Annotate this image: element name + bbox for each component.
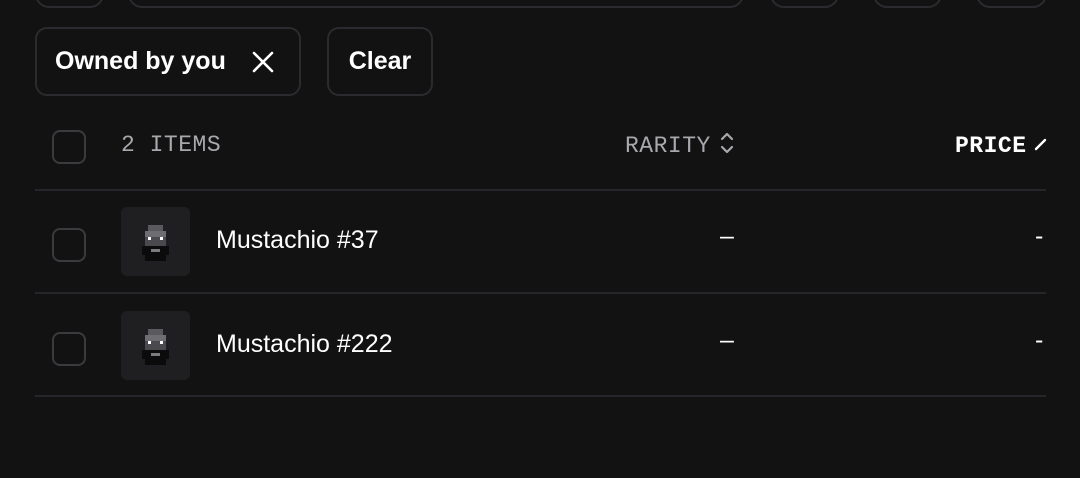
sort-updown-icon <box>719 130 735 163</box>
price-value: - <box>1035 326 1044 354</box>
rarity-column-header[interactable]: RARITY <box>625 131 735 161</box>
row-checkbox[interactable] <box>52 332 86 366</box>
select-all-checkbox[interactable] <box>52 130 86 164</box>
rarity-value: – <box>720 222 734 250</box>
row-divider <box>35 292 1046 294</box>
rarity-value: – <box>720 326 734 354</box>
item-count: 2 ITEMS <box>121 132 222 158</box>
table-row[interactable]: Mustachio #37 – - <box>0 194 1080 297</box>
top-toolbar-button[interactable] <box>873 0 942 8</box>
header-divider <box>35 189 1046 191</box>
item-name: Mustachio #37 <box>216 226 379 254</box>
owned-by-you-filter-chip[interactable]: Owned by you <box>35 27 301 96</box>
mustachio-avatar-icon <box>121 311 190 380</box>
row-divider <box>35 395 1046 397</box>
clear-filters-button[interactable]: Clear <box>327 27 433 96</box>
table-row[interactable]: Mustachio #222 – - <box>0 298 1080 401</box>
row-checkbox[interactable] <box>52 228 86 262</box>
mustachio-avatar-icon <box>121 207 190 276</box>
close-icon[interactable] <box>251 50 275 74</box>
items-page: Owned by you Clear 2 ITEMS RARITY PRICE <box>0 0 1080 478</box>
price-value: - <box>1035 222 1044 250</box>
clear-label: Clear <box>348 47 412 75</box>
top-toolbar-button[interactable] <box>35 0 104 8</box>
price-header-label: PRICE <box>955 133 1027 159</box>
sort-arrow-icon <box>1033 133 1047 159</box>
filter-chip-label: Owned by you <box>55 47 226 75</box>
top-toolbar-button[interactable] <box>770 0 839 8</box>
top-toolbar-button[interactable] <box>976 0 1047 8</box>
rarity-header-label: RARITY <box>625 133 711 159</box>
price-column-header[interactable]: PRICE <box>955 131 1047 161</box>
search-input[interactable] <box>128 0 744 8</box>
item-name: Mustachio #222 <box>216 330 393 358</box>
